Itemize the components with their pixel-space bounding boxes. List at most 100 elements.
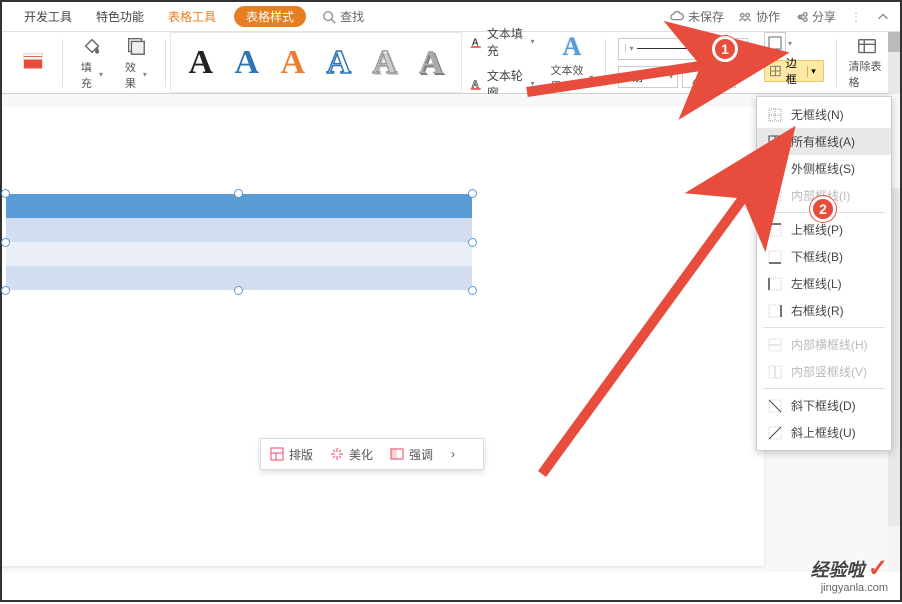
layout-icon [269,446,285,462]
dd-label: 右框线(R) [791,302,844,319]
dd-label: 内部框线(I) [791,187,850,204]
dd-inside-border: 内部框线(I) [757,182,891,209]
dd-all-border[interactable]: 所有框线(A) [757,128,891,155]
float-more[interactable]: › [441,447,465,461]
unsaved-label: 未保存 [688,8,724,25]
float-beautify[interactable]: 美化 [321,439,381,469]
more-menu[interactable]: ⋮ [850,10,862,24]
float-toolbar: 排版 美化 强调 › [260,438,484,470]
wordart-style-2[interactable]: A [225,44,269,82]
tab-table-tools[interactable]: 表格工具 [156,8,228,25]
text-outline-icon: A [470,76,483,92]
dd-label: 斜上框线(U) [791,424,856,441]
weight-value: 1 磅 [623,69,643,85]
diag-down-icon [767,398,783,414]
clear-table-button[interactable]: 清除表格 [849,36,887,90]
bottom-border-icon [767,249,783,265]
wordart-style-1[interactable]: A [179,44,223,82]
dd-outside-border[interactable]: 外侧框线(S) [757,155,891,182]
border-color-icon [767,35,783,51]
dd-diag-up[interactable]: 斜上框线(U) [757,419,891,446]
border-label: 边框 [786,55,804,87]
slide-page [2,106,764,566]
tab-table-style[interactable]: 表格样式 [234,6,306,27]
apply-button[interactable]: 应用 [682,66,736,88]
inner-v-icon [767,364,783,380]
dd-right-border[interactable]: 右框线(R) [757,297,891,324]
right-border-icon [767,303,783,319]
search-button[interactable]: 查找 [322,8,364,25]
fill-button[interactable]: 填充▾ [75,31,109,95]
dd-top-border[interactable]: 上框线(P) [757,216,891,243]
resize-handle[interactable] [468,286,477,295]
border-color[interactable] [764,32,786,54]
dd-no-border[interactable]: 无框线(N) [757,101,891,128]
inside-border-icon [767,188,783,204]
text-fill-icon: A [470,34,483,50]
resize-handle[interactable] [1,189,10,198]
diag-up-icon [767,425,783,441]
float-layout[interactable]: 排版 [261,439,321,469]
line-weight-select[interactable]: 1 磅▾ [618,66,678,88]
border-button[interactable]: 边框 ▾ [764,60,824,82]
text-fill-button[interactable]: A 文本填充▾ [470,25,535,59]
resize-handle[interactable] [1,238,10,247]
search-icon [322,10,336,24]
share-link[interactable]: 分享 [794,8,836,25]
text-effect-button[interactable]: A 文本效果▾ [551,32,594,94]
dd-label: 内部竖框线(V) [791,363,867,380]
resize-handle[interactable] [468,189,477,198]
cloud-icon [670,10,684,24]
clear-table-label: 清除表格 [849,58,887,90]
watermark-domain: jingyanla.com [811,582,888,594]
outside-border-icon [767,161,783,177]
dd-label: 上框线(P) [791,221,843,238]
text-effect-icon: A [562,32,581,62]
resize-handle[interactable] [234,286,243,295]
inner-h-icon [767,337,783,353]
left-border-icon [767,276,783,292]
dd-label: 无框线(N) [791,106,844,123]
tab-dev-tools[interactable]: 开发工具 [12,8,84,25]
watermark: 经验啦 ✓ jingyanla.com [811,556,888,594]
line-style-select[interactable]: ▾ [618,38,748,60]
fill-label: 填充 [81,59,97,91]
bucket-icon [81,35,103,57]
dd-diag-down[interactable]: 斜下框线(D) [757,392,891,419]
border-icon [769,63,782,79]
dd-label: 下框线(B) [791,248,843,265]
collab-link[interactable]: 协作 [738,8,780,25]
resize-handle[interactable] [234,189,243,198]
dd-label: 左框线(L) [791,275,842,292]
wordart-style-4[interactable]: A [317,44,361,82]
dd-label: 外侧框线(S) [791,160,855,177]
collapse-ribbon-icon[interactable] [876,10,890,24]
effect-button[interactable]: 效果▾ [119,31,153,95]
wordart-style-3[interactable]: A [271,44,315,82]
float-beautify-label: 美化 [349,446,373,463]
float-emphasize[interactable]: 强调 [381,439,441,469]
color-swatch[interactable] [16,48,50,78]
resize-handle[interactable] [468,238,477,247]
sparkle-icon [329,446,345,462]
resize-handle[interactable] [1,286,10,295]
ribbon-scroll[interactable] [888,32,900,94]
dd-left-border[interactable]: 左框线(L) [757,270,891,297]
collab-label: 协作 [756,8,780,25]
swatch-icon [22,52,44,74]
dd-inner-h-border: 内部横框线(H) [757,331,891,358]
text-effect-label: 文本效果 [551,62,588,94]
top-border-icon [767,222,783,238]
tab-feature[interactable]: 特色功能 [84,8,156,25]
no-border-icon [767,107,783,123]
watermark-text: 经验啦 [811,560,865,580]
wordart-style-5[interactable]: A [363,44,407,82]
wordart-style-6[interactable]: A [409,44,453,82]
table-object[interactable] [6,194,472,290]
dd-bottom-border[interactable]: 下框线(B) [757,243,891,270]
border-color-dd[interactable]: ▾ [788,39,792,48]
emphasize-icon [389,446,405,462]
border-dropdown: 无框线(N) 所有框线(A) 外侧框线(S) 内部框线(I) 上框线(P) 下框… [756,96,892,451]
unsaved-link[interactable]: 未保存 [670,8,724,25]
text-fill-label: 文本填充 [487,25,527,59]
